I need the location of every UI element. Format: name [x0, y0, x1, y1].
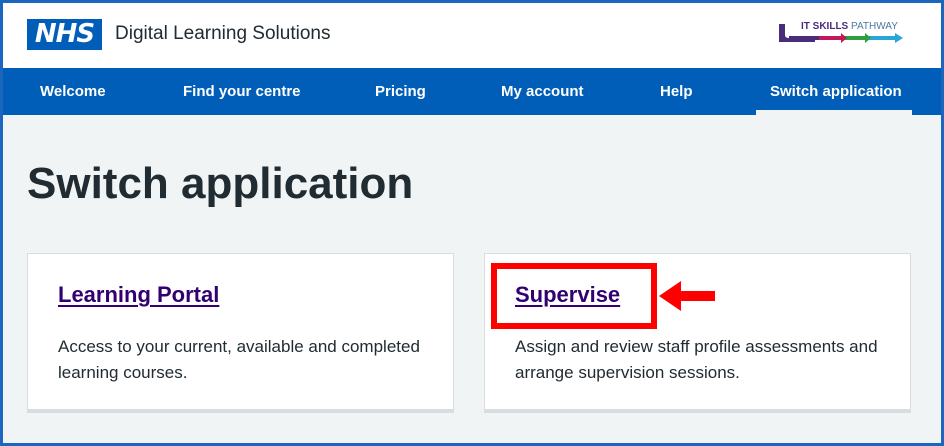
- service-name[interactable]: Digital Learning Solutions: [115, 23, 330, 45]
- nav-item-help[interactable]: Help: [660, 68, 693, 115]
- card-learning-portal: Learning Portal Access to your current, …: [27, 253, 454, 413]
- annotation-highlight-box: [491, 263, 657, 329]
- nav-item-find-your-centre[interactable]: Find your centre: [183, 68, 301, 115]
- logo-text-bold: IT SKILLS: [801, 21, 849, 32]
- app-frame: NHS Digital Learning Solutions IT SKILLS…: [0, 0, 944, 446]
- learning-portal-link[interactable]: Learning Portal: [58, 282, 219, 308]
- it-skills-pathway-logo: IT SKILLS PATHWAY: [775, 21, 907, 49]
- logo-text-light: PATHWAY: [851, 21, 898, 32]
- nav-item-my-account[interactable]: My account: [501, 68, 584, 115]
- nav-active-indicator: [756, 110, 912, 115]
- header: NHS Digital Learning Solutions IT SKILLS…: [3, 3, 941, 68]
- annotation-arrow-icon: [659, 281, 715, 311]
- nav-item-switch-application[interactable]: Switch application: [770, 68, 902, 115]
- page-title: Switch application: [27, 159, 414, 208]
- primary-nav: Welcome Find your centre Pricing My acco…: [3, 68, 941, 115]
- card-description: Assign and review staff profile assessme…: [515, 337, 878, 382]
- nav-item-welcome[interactable]: Welcome: [40, 68, 106, 115]
- nhs-logo[interactable]: NHS: [27, 19, 102, 50]
- nav-item-pricing[interactable]: Pricing: [375, 68, 426, 115]
- card-description: Access to your current, available and co…: [58, 337, 420, 382]
